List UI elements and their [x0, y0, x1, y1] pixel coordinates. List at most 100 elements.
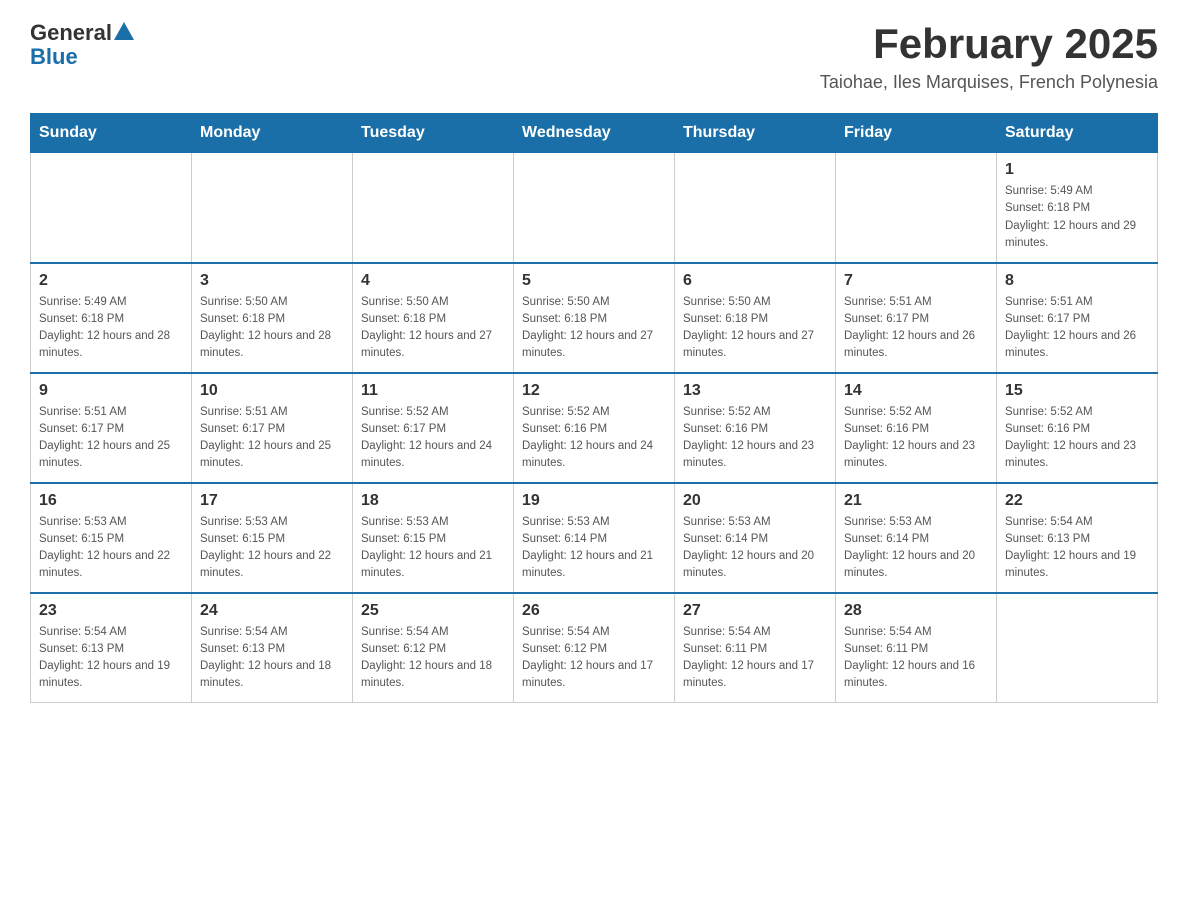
calendar-week-row: 23Sunrise: 5:54 AMSunset: 6:13 PMDayligh… — [31, 593, 1158, 703]
calendar-header-row: SundayMondayTuesdayWednesdayThursdayFrid… — [31, 114, 1158, 153]
logo-general-text: General — [30, 20, 112, 46]
day-number: 17 — [200, 492, 344, 510]
calendar-table: SundayMondayTuesdayWednesdayThursdayFrid… — [30, 113, 1158, 703]
day-info: Sunrise: 5:50 AMSunset: 6:18 PMDaylight:… — [683, 294, 827, 363]
calendar-cell: 17 Sunrise: 5:53 AMSunset: 6:15 PMDayligh… — [192, 483, 353, 593]
logo: General Blue — [30, 20, 134, 70]
calendar-cell: 23Sunrise: 5:54 AMSunset: 6:13 PMDayligh… — [31, 593, 192, 703]
calendar-cell: 21 Sunrise: 5:53 AMSunset: 6:14 PMDayligh… — [836, 483, 997, 593]
day-info: Sunrise: 5:53 AMSunset: 6:14 PMDaylight:… — [522, 514, 666, 583]
calendar-cell: 15 Sunrise: 5:52 AMSunset: 6:16 PMDayligh… — [997, 373, 1158, 483]
day-info: Sunrise: 5:54 AMSunset: 6:13 PMDaylight:… — [200, 624, 344, 693]
day-number: 19 — [522, 492, 666, 510]
calendar-cell: 3 Sunrise: 5:50 AMSunset: 6:18 PMDaylight… — [192, 263, 353, 373]
day-info: Sunrise: 5:53 AMSunset: 6:15 PMDaylight:… — [200, 514, 344, 583]
day-number: 22 — [1005, 492, 1149, 510]
calendar-cell: 28 Sunrise: 5:54 AMSunset: 6:11 PMDayligh… — [836, 593, 997, 703]
day-number: 11 — [361, 382, 505, 400]
calendar-cell: 20 Sunrise: 5:53 AMSunset: 6:14 PMDayligh… — [675, 483, 836, 593]
day-info: Sunrise: 5:50 AMSunset: 6:18 PMDaylight:… — [200, 294, 344, 363]
calendar-cell: 26 Sunrise: 5:54 AMSunset: 6:12 PMDayligh… — [514, 593, 675, 703]
day-number: 6 — [683, 272, 827, 290]
calendar-header-saturday: Saturday — [997, 114, 1158, 153]
calendar-cell: 7 Sunrise: 5:51 AMSunset: 6:17 PMDaylight… — [836, 263, 997, 373]
day-number: 18 — [361, 492, 505, 510]
day-number: 1 — [1005, 161, 1149, 179]
calendar-cell: 16 Sunrise: 5:53 AMSunset: 6:15 PMDayligh… — [31, 483, 192, 593]
calendar-cell: 9 Sunrise: 5:51 AMSunset: 6:17 PMDaylight… — [31, 373, 192, 483]
day-info: Sunrise: 5:53 AMSunset: 6:15 PMDaylight:… — [39, 514, 183, 583]
day-info: Sunrise: 5:51 AMSunset: 6:17 PMDaylight:… — [1005, 294, 1149, 363]
day-info: Sunrise: 5:54 AMSunset: 6:11 PMDaylight:… — [683, 624, 827, 693]
day-number: 20 — [683, 492, 827, 510]
day-number: 3 — [200, 272, 344, 290]
day-info: Sunrise: 5:51 AMSunset: 6:17 PMDaylight:… — [200, 404, 344, 473]
title-section: February 2025 Taiohae, Iles Marquises, F… — [820, 20, 1158, 93]
day-number: 9 — [39, 382, 183, 400]
day-number: 24 — [200, 602, 344, 620]
calendar-cell: 11 Sunrise: 5:52 AMSunset: 6:17 PMDayligh… — [353, 373, 514, 483]
day-info: Sunrise: 5:50 AMSunset: 6:18 PMDaylight:… — [361, 294, 505, 363]
calendar-cell — [31, 153, 192, 263]
day-number: 5 — [522, 272, 666, 290]
calendar-week-row: 16 Sunrise: 5:53 AMSunset: 6:15 PMDayligh… — [31, 483, 1158, 593]
calendar-cell: 22 Sunrise: 5:54 AMSunset: 6:13 PMDayligh… — [997, 483, 1158, 593]
calendar-cell: 12Sunrise: 5:52 AMSunset: 6:16 PMDayligh… — [514, 373, 675, 483]
day-info: Sunrise: 5:54 AMSunset: 6:11 PMDaylight:… — [844, 624, 988, 693]
calendar-header-monday: Monday — [192, 114, 353, 153]
calendar-header-wednesday: Wednesday — [514, 114, 675, 153]
calendar-header-tuesday: Tuesday — [353, 114, 514, 153]
calendar-cell — [675, 153, 836, 263]
calendar-cell: 24 Sunrise: 5:54 AMSunset: 6:13 PMDayligh… — [192, 593, 353, 703]
day-number: 8 — [1005, 272, 1149, 290]
day-number: 21 — [844, 492, 988, 510]
calendar-cell — [353, 153, 514, 263]
day-info: Sunrise: 5:53 AMSunset: 6:15 PMDaylight:… — [361, 514, 505, 583]
calendar-cell: 19 Sunrise: 5:53 AMSunset: 6:14 PMDayligh… — [514, 483, 675, 593]
calendar-cell: 8 Sunrise: 5:51 AMSunset: 6:17 PMDaylight… — [997, 263, 1158, 373]
day-number: 12 — [522, 382, 666, 400]
day-info: Sunrise: 5:52 AMSunset: 6:16 PMDaylight:… — [683, 404, 827, 473]
calendar-cell — [997, 593, 1158, 703]
calendar-cell: 25Sunrise: 5:54 AMSunset: 6:12 PMDayligh… — [353, 593, 514, 703]
day-info: Sunrise: 5:53 AMSunset: 6:14 PMDaylight:… — [844, 514, 988, 583]
calendar-cell: 13Sunrise: 5:52 AMSunset: 6:16 PMDayligh… — [675, 373, 836, 483]
day-info: Sunrise: 5:51 AMSunset: 6:17 PMDaylight:… — [39, 404, 183, 473]
calendar-header-friday: Friday — [836, 114, 997, 153]
day-info: Sunrise: 5:49 AMSunset: 6:18 PMDaylight:… — [1005, 183, 1149, 252]
day-info: Sunrise: 5:52 AMSunset: 6:17 PMDaylight:… — [361, 404, 505, 473]
location-subtitle: Taiohae, Iles Marquises, French Polynesi… — [820, 72, 1158, 93]
calendar-cell — [192, 153, 353, 263]
calendar-cell: 14 Sunrise: 5:52 AMSunset: 6:16 PMDayligh… — [836, 373, 997, 483]
calendar-header-thursday: Thursday — [675, 114, 836, 153]
day-info: Sunrise: 5:51 AMSunset: 6:17 PMDaylight:… — [844, 294, 988, 363]
calendar-cell: 1 Sunrise: 5:49 AMSunset: 6:18 PMDaylight… — [997, 153, 1158, 263]
day-info: Sunrise: 5:54 AMSunset: 6:12 PMDaylight:… — [522, 624, 666, 693]
day-number: 15 — [1005, 382, 1149, 400]
day-info: Sunrise: 5:52 AMSunset: 6:16 PMDaylight:… — [1005, 404, 1149, 473]
day-number: 2 — [39, 272, 183, 290]
day-info: Sunrise: 5:54 AMSunset: 6:13 PMDaylight:… — [39, 624, 183, 693]
day-number: 7 — [844, 272, 988, 290]
calendar-cell: 2Sunrise: 5:49 AMSunset: 6:18 PMDaylight… — [31, 263, 192, 373]
page-header: General Blue February 2025 Taiohae, Iles… — [30, 20, 1158, 93]
day-info: Sunrise: 5:52 AMSunset: 6:16 PMDaylight:… — [844, 404, 988, 473]
calendar-week-row: 1 Sunrise: 5:49 AMSunset: 6:18 PMDaylight… — [31, 153, 1158, 263]
calendar-header-sunday: Sunday — [31, 114, 192, 153]
calendar-cell: 10Sunrise: 5:51 AMSunset: 6:17 PMDayligh… — [192, 373, 353, 483]
day-number: 26 — [522, 602, 666, 620]
calendar-cell — [514, 153, 675, 263]
day-number: 28 — [844, 602, 988, 620]
day-number: 4 — [361, 272, 505, 290]
calendar-cell: 6 Sunrise: 5:50 AMSunset: 6:18 PMDaylight… — [675, 263, 836, 373]
day-info: Sunrise: 5:54 AMSunset: 6:13 PMDaylight:… — [1005, 514, 1149, 583]
calendar-cell: 27 Sunrise: 5:54 AMSunset: 6:11 PMDayligh… — [675, 593, 836, 703]
day-number: 16 — [39, 492, 183, 510]
calendar-cell: 4 Sunrise: 5:50 AMSunset: 6:18 PMDaylight… — [353, 263, 514, 373]
month-title: February 2025 — [820, 20, 1158, 68]
day-number: 27 — [683, 602, 827, 620]
calendar-week-row: 2Sunrise: 5:49 AMSunset: 6:18 PMDaylight… — [31, 263, 1158, 373]
day-number: 14 — [844, 382, 988, 400]
logo-blue-text: Blue — [30, 44, 134, 70]
day-info: Sunrise: 5:53 AMSunset: 6:14 PMDaylight:… — [683, 514, 827, 583]
